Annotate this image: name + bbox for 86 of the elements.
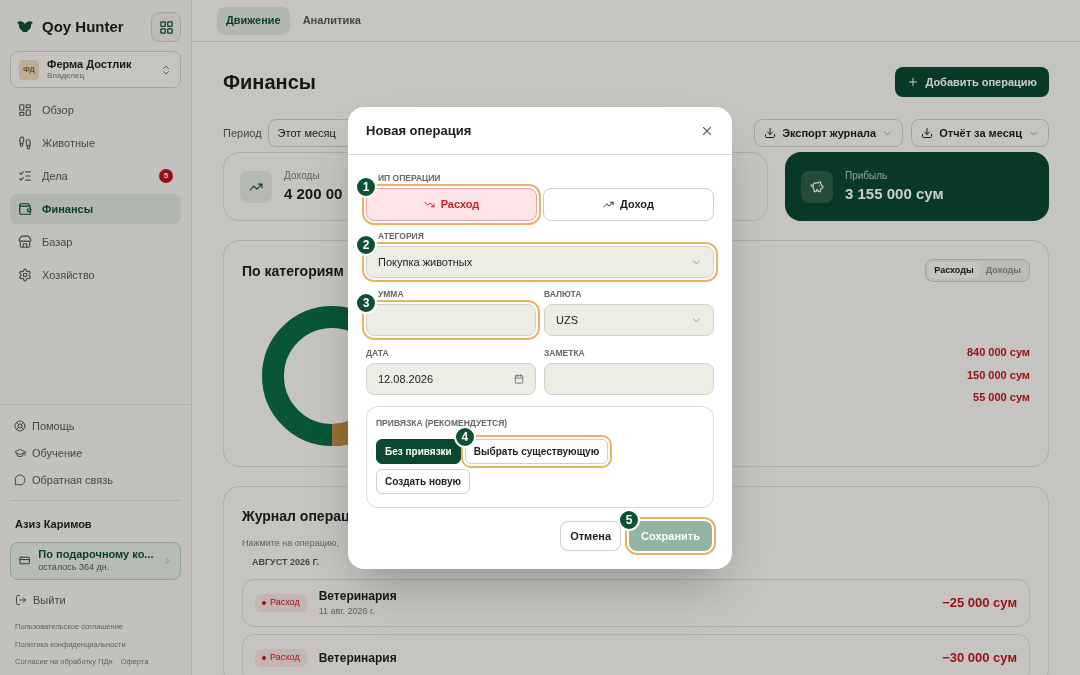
add-operation-button[interactable]: Добавить операцию xyxy=(895,67,1049,97)
nav-item[interactable]: Базар xyxy=(10,227,181,257)
app-name: Qoy Hunter xyxy=(42,16,124,37)
step-marker: 3 xyxy=(355,292,377,314)
user-name: Азиз Каримов xyxy=(15,517,92,530)
farm-avatar: ФД xyxy=(19,59,39,80)
footprints-icon xyxy=(18,136,32,150)
field-label: УММА xyxy=(377,288,405,300)
plan-title: По подарочному ко... xyxy=(38,548,154,562)
step-marker: 2 xyxy=(355,234,377,256)
nav-item[interactable]: Финансы xyxy=(10,194,181,224)
journal-hint: Нажмите на операцию, xyxy=(242,537,340,550)
store-icon xyxy=(18,235,32,249)
operation-date: 11 авг. 2026 г. xyxy=(318,605,376,619)
operation-name: Ветеринария xyxy=(318,588,398,606)
trend-up-icon xyxy=(240,170,272,203)
apps-button[interactable] xyxy=(151,12,181,42)
nav-item[interactable]: Хозяйство xyxy=(10,260,181,290)
summary-label: Доходы xyxy=(284,168,321,183)
step-marker: 1 xyxy=(355,176,377,198)
operation-amount: −25 000 сум xyxy=(942,594,1017,613)
farm-selector[interactable]: ФД Ферма Достлик Владелец xyxy=(10,51,181,88)
dashboard-icon xyxy=(18,103,32,117)
lifebuoy-icon xyxy=(14,420,26,433)
download-icon xyxy=(764,127,777,139)
summary-label: Прибыль xyxy=(845,168,889,183)
tab[interactable]: Движение xyxy=(217,6,290,35)
type-tag: Расход xyxy=(255,594,307,612)
note-field[interactable] xyxy=(544,363,714,395)
grid-icon xyxy=(158,19,174,35)
nav-item[interactable]: Животные xyxy=(10,128,181,158)
chevrons-icon xyxy=(160,63,172,76)
trend-down-icon xyxy=(423,199,435,210)
download-icon xyxy=(921,127,934,139)
checklist-icon xyxy=(18,169,32,183)
calendar-icon xyxy=(514,374,524,384)
export-button[interactable]: Отчёт за месяц xyxy=(911,119,1049,147)
category-amount: 55 000 сум xyxy=(973,390,1030,405)
ram-logo-icon xyxy=(16,20,34,34)
operation-amount: −30 000 сум xyxy=(942,649,1017,668)
logout-link[interactable]: Выйти xyxy=(10,591,181,609)
category-amount: 840 000 сум xyxy=(966,345,1030,360)
summary-value: 3 155 000 сум xyxy=(845,183,944,204)
field-label: АТЕГОРИЯ xyxy=(377,230,425,242)
piggy-bank-icon xyxy=(801,170,833,203)
count-badge: 5 xyxy=(159,169,173,183)
period-label: Период xyxy=(223,125,262,141)
toggle-option[interactable]: Расходы xyxy=(928,262,980,279)
trend-up-icon xyxy=(603,199,615,210)
field-label: ИП ОПЕРАЦИИ xyxy=(377,172,442,184)
farm-role: Владелец xyxy=(47,71,85,82)
help-link[interactable]: Помощь xyxy=(14,416,177,436)
nav-item[interactable]: Дела 5 xyxy=(10,161,181,191)
type-tag: Расход xyxy=(255,649,307,667)
wallet-icon xyxy=(18,202,32,216)
month-heading: АВГУСТ 2026 Г. xyxy=(252,555,319,569)
field-label: ВАЛЮТА xyxy=(544,288,583,300)
cancel-button[interactable]: Отмена xyxy=(560,521,622,551)
farm-name: Ферма Достлик xyxy=(47,57,133,72)
field-label: ЗАМЕТКА xyxy=(544,347,586,359)
link-option[interactable]: Создать новую xyxy=(376,468,471,494)
step-marker: 5 xyxy=(618,509,641,531)
date-field[interactable]: 12.08.2026 xyxy=(366,363,536,395)
currency-select[interactable]: UZS xyxy=(544,304,714,336)
field-label: ДАТА xyxy=(366,347,390,359)
help-link[interactable]: Обратная связь xyxy=(14,470,177,490)
help-link[interactable]: Обучение xyxy=(14,443,177,463)
graduation-cap-icon xyxy=(14,447,26,460)
section-title: По категориям xyxy=(242,262,344,281)
summary-value: 4 200 00 xyxy=(284,183,343,204)
plan-card[interactable]: По подарочному ко... осталось 364 дн. xyxy=(10,541,181,580)
operation-name: Ветеринария xyxy=(318,650,398,667)
type-toggle[interactable]: Доход xyxy=(543,188,714,221)
tab[interactable]: Аналитика xyxy=(293,6,370,35)
nav-item[interactable]: Обзор xyxy=(10,95,181,125)
link-option[interactable]: Без привязки xyxy=(376,438,461,464)
chat-bubble-icon xyxy=(14,474,26,487)
page-title: Финансы xyxy=(223,70,316,95)
section-title: Журнал операц xyxy=(242,507,350,526)
plus-icon xyxy=(907,76,920,88)
export-button[interactable]: Экспорт журнала xyxy=(754,119,904,147)
logout-icon xyxy=(15,594,27,606)
plan-subtitle: осталось 364 дн. xyxy=(38,562,111,574)
journal-row[interactable]: Расход Ветеринария 11 авг. 2026 г. −25 000 сум xyxy=(242,579,1030,627)
category-amount: 150 000 сум xyxy=(966,367,1030,383)
settings-icon xyxy=(18,268,32,282)
